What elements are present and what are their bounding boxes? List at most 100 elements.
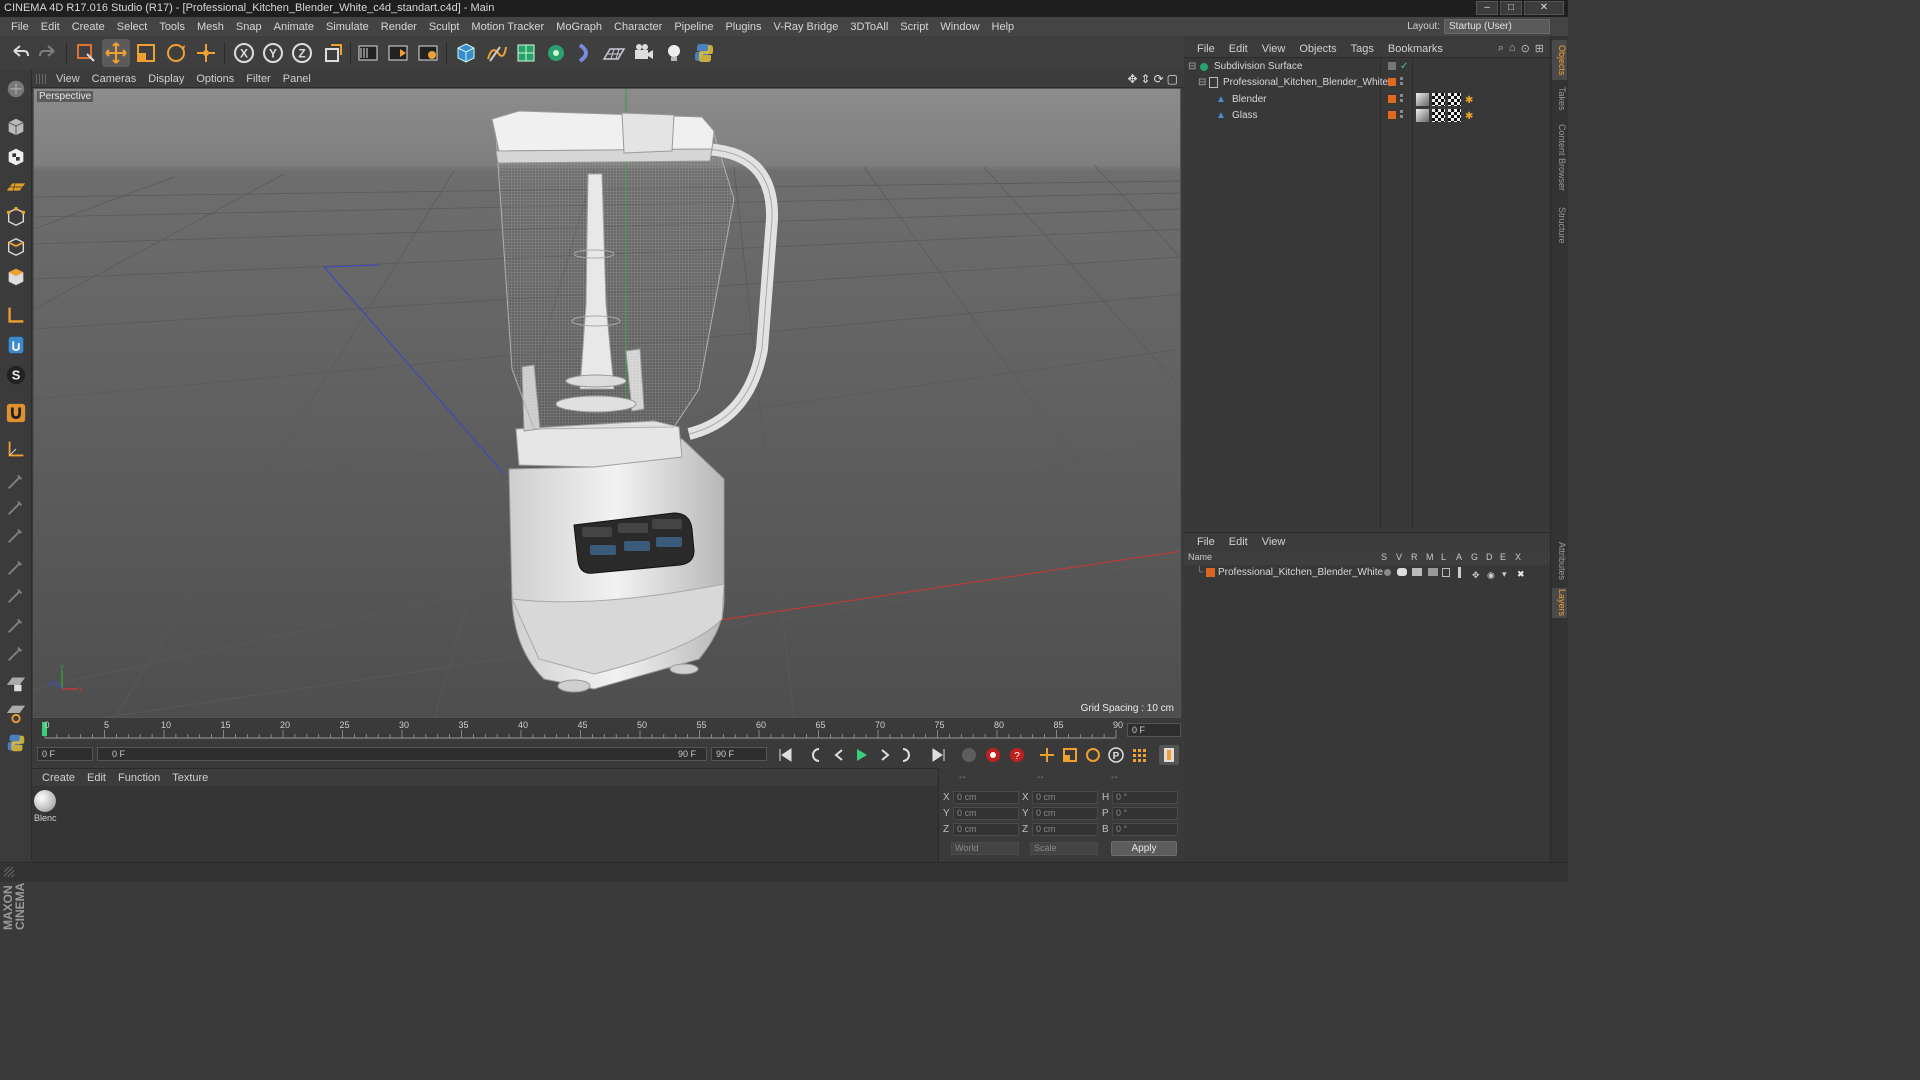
lock-workplane-icon[interactable] [3, 670, 29, 696]
layer-manager-icon[interactable] [1428, 568, 1438, 576]
tab-objects[interactable]: Objects [1552, 40, 1567, 80]
python-script-icon[interactable] [690, 39, 718, 67]
collapse-icon[interactable]: ⊟ [1198, 75, 1206, 91]
keyframe-selection-icon[interactable]: ? [1007, 745, 1027, 765]
layer-deformers-icon[interactable]: ◉ [1487, 567, 1495, 583]
previous-keyframe-icon[interactable] [805, 745, 825, 765]
layer-expressions-icon[interactable]: ▾ [1502, 566, 1507, 582]
layer-visible-eye-icon[interactable] [1397, 568, 1407, 576]
rotate-tool-icon[interactable] [162, 39, 190, 67]
scale-tool-icon[interactable] [132, 39, 160, 67]
menu-tools[interactable]: Tools [153, 21, 191, 33]
camera-object-icon[interactable] [630, 39, 658, 67]
menu-window[interactable]: Window [934, 21, 985, 33]
brush-tool-5-icon[interactable] [3, 582, 29, 608]
viewport-rotate-icon[interactable]: ⟳ [1154, 72, 1164, 86]
resize-grip-icon[interactable] [4, 867, 14, 877]
phong-tag-icon[interactable]: ✱ [1465, 109, 1473, 125]
menu-mograph[interactable]: MoGraph [550, 21, 608, 33]
key-parameter-icon[interactable]: P [1106, 745, 1126, 765]
z-axis-lock-icon[interactable]: Z [288, 39, 316, 67]
close-button[interactable]: ✕ [1524, 1, 1564, 15]
layer-col-deformers[interactable]: D [1486, 552, 1493, 562]
layer-col-expressions[interactable]: E [1500, 552, 1506, 562]
size-x-field[interactable]: 0 cm [1032, 791, 1098, 804]
autokeying-icon[interactable] [983, 745, 1003, 765]
magnet-icon[interactable] [3, 400, 29, 426]
object-row[interactable]: ⊟ Subdivision Surface ✓ [1184, 59, 1550, 75]
menu-help[interactable]: Help [986, 21, 1021, 33]
menu-simulate[interactable]: Simulate [320, 21, 375, 33]
viewport-menu-filter[interactable]: Filter [240, 73, 276, 85]
polygons-mode-icon[interactable] [3, 264, 29, 290]
viewport-menu-view[interactable]: View [50, 73, 86, 85]
brush-tool-4-icon[interactable] [3, 554, 29, 580]
live-selection-icon[interactable] [72, 39, 100, 67]
viewport-move-icon[interactable]: ✥ [1127, 72, 1137, 86]
coordinate-mode-select[interactable]: Scale [1030, 842, 1098, 855]
texture-mode-icon[interactable] [3, 144, 29, 170]
key-pla-icon[interactable] [1129, 745, 1149, 765]
menu-3dtoall[interactable]: 3DToAll [844, 21, 894, 33]
object-menu-file[interactable]: File [1190, 43, 1222, 55]
material-menu-edit[interactable]: Edit [81, 772, 112, 784]
viewport-menu-display[interactable]: Display [142, 73, 190, 85]
object-row[interactable]: ⊟ Professional_Kitchen_Blender_White [1184, 75, 1550, 91]
menu-edit[interactable]: Edit [35, 21, 66, 33]
layer-col-render[interactable]: R [1411, 552, 1418, 562]
material-menu-function[interactable]: Function [112, 772, 166, 784]
axis-mode-icon[interactable] [3, 302, 29, 328]
layer-menu-view[interactable]: View [1255, 536, 1293, 548]
key-rotation-icon[interactable] [1083, 745, 1103, 765]
menu-file[interactable]: File [5, 21, 35, 33]
tab-layers[interactable]: Layers [1552, 588, 1567, 618]
undo-icon[interactable] [6, 39, 34, 67]
menu-animate[interactable]: Animate [268, 21, 320, 33]
floor-object-icon[interactable] [600, 39, 628, 67]
tab-takes[interactable]: Takes [1552, 84, 1567, 114]
texture-tag-icon[interactable] [1448, 93, 1461, 106]
timeline-layout-icon[interactable] [1159, 745, 1179, 765]
menu-script[interactable]: Script [894, 21, 934, 33]
visibility-dots-icon[interactable] [1400, 110, 1403, 113]
layer-color-icon[interactable] [1388, 95, 1396, 103]
layout-select[interactable]: Startup (User) [1444, 19, 1550, 34]
menu-motion-tracker[interactable]: Motion Tracker [465, 21, 550, 33]
menu-plugins[interactable]: Plugins [719, 21, 767, 33]
layer-color-icon[interactable] [1388, 78, 1396, 86]
max-frame-field[interactable]: 90 F [711, 747, 767, 761]
workplane-icon[interactable] [3, 174, 29, 200]
redo-icon[interactable] [34, 39, 62, 67]
object-link-icon[interactable]: ⊙ [1521, 42, 1530, 55]
rot-h-field[interactable]: 0 ° [1112, 791, 1178, 804]
viewport-maximize-icon[interactable]: ▢ [1167, 72, 1178, 86]
layer-menu-file[interactable]: File [1190, 536, 1222, 548]
size-y-field[interactable]: 0 cm [1032, 807, 1098, 820]
layer-render-icon[interactable] [1412, 568, 1422, 576]
current-frame-field[interactable]: 0 F [37, 747, 93, 761]
menu-create[interactable]: Create [66, 21, 111, 33]
object-search-icon[interactable]: ⌕ [1498, 42, 1504, 55]
phong-tag-icon[interactable]: ✱ [1465, 93, 1473, 109]
layer-col-animation[interactable]: A [1456, 552, 1462, 562]
layer-col-name[interactable]: Name [1188, 552, 1212, 562]
viewport-menu-cameras[interactable]: Cameras [86, 73, 143, 85]
maximize-button[interactable]: □ [1500, 1, 1522, 15]
rot-b-field[interactable]: 0 ° [1112, 823, 1178, 836]
mograph-cloner-icon[interactable] [542, 39, 570, 67]
object-menu-tags[interactable]: Tags [1344, 43, 1381, 55]
timeline-end-field[interactable]: 0 F [1127, 723, 1181, 737]
layer-col-solo[interactable]: S [1381, 552, 1387, 562]
key-position-icon[interactable] [1037, 745, 1057, 765]
move-tool-icon[interactable] [102, 39, 130, 67]
layer-color-swatch[interactable] [1206, 568, 1215, 577]
material-menu-texture[interactable]: Texture [166, 772, 214, 784]
3d-viewport[interactable]: y x z Perspective Grid Spacing : 10 cm [33, 88, 1181, 718]
layer-col-locked[interactable]: L [1441, 552, 1446, 562]
menu-vray-bridge[interactable]: V-Ray Bridge [768, 21, 845, 33]
light-object-icon[interactable] [660, 39, 688, 67]
layer-generators-icon[interactable]: ✥ [1472, 567, 1480, 583]
material-swatch[interactable]: Blenc [34, 790, 58, 823]
edges-mode-icon[interactable] [3, 234, 29, 260]
model-mode-icon[interactable] [3, 114, 29, 140]
